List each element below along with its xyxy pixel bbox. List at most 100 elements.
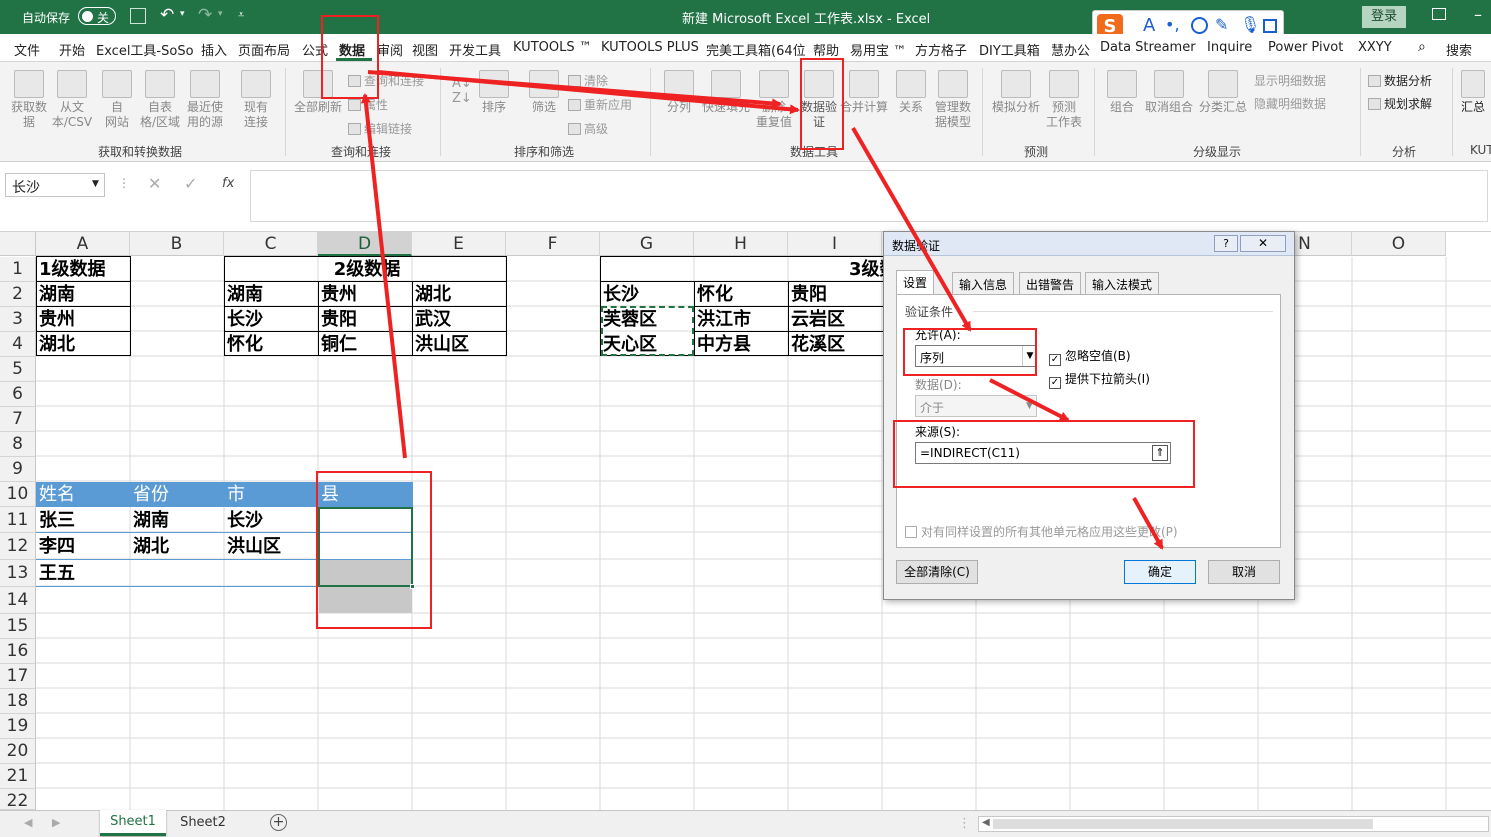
insert-function-icon[interactable]: fx [222,176,234,191]
apply-all-checkbox[interactable]: 对有同样设置的所有其他单元格应用这些更改(P) [905,523,1178,540]
column-header[interactable]: H [694,232,788,256]
tab-data-streamer[interactable]: Data Streamer [1100,40,1196,55]
cell-e2[interactable]: 湖北 [412,282,451,307]
recent-sources-button[interactable]: 最近使 用的源 [183,70,227,130]
tab-ime-mode[interactable]: 输入法模式 [1085,272,1160,294]
cell-a12[interactable]: 李四 [36,534,75,559]
undo-icon[interactable]: ↶ [160,5,174,25]
tab-huibangong[interactable]: 慧办公 [1051,40,1090,59]
help-button[interactable]: ? [1214,235,1238,252]
hscroll-left-icon[interactable]: ◀ [982,817,990,828]
tab-view[interactable]: 视图 [412,40,438,59]
cell-c2[interactable]: 湖南 [224,282,263,307]
flash-fill-button[interactable]: 快速填充 [700,70,752,115]
cell-i4[interactable]: 花溪区 [788,332,845,357]
row-header[interactable]: 11 [0,507,36,533]
tab-xxyy[interactable]: XXYY [1358,40,1392,55]
add-sheet-icon[interactable]: + [270,814,287,831]
cell-h3[interactable]: 洪江市 [694,307,751,332]
cancel-icon[interactable]: ✕ [148,174,161,193]
cell-b10[interactable]: 省份 [130,482,169,507]
what-if-button[interactable]: 模拟分析 [990,70,1042,115]
cell-c3[interactable]: 长沙 [224,307,263,332]
cell-c4[interactable]: 怀化 [224,332,263,357]
summary-button[interactable]: 汇总 [1458,70,1488,115]
subtotal-button[interactable]: 分类汇总 [1196,70,1250,115]
column-header[interactable]: E [412,232,506,256]
row-header[interactable]: 2 [0,282,36,307]
text-to-columns-button[interactable]: 分列 [660,70,698,115]
sheet-tab-sheet2[interactable]: Sheet2 [170,813,236,835]
tab-fangfang[interactable]: 方方格子 [915,40,967,59]
relationships-button[interactable]: 关系 [894,70,928,115]
search-label[interactable]: 搜索 [1446,40,1472,59]
cell-i3[interactable]: 云岩区 [788,307,845,332]
reapply-button[interactable]: 重新应用 [568,96,632,113]
cell-a3[interactable]: 贵州 [36,307,75,332]
row-header[interactable]: 15 [0,614,36,639]
cell-c1[interactable]: 2级数据 [224,257,507,282]
redo-dropdown-icon[interactable]: ▾ [218,9,223,19]
row-header[interactable]: 1 [0,257,36,282]
redo-icon[interactable]: ↷ [198,5,212,25]
row-header[interactable]: 3 [0,307,36,332]
cell-g4[interactable]: 天心区 [600,332,657,357]
ungroup-button[interactable]: 取消组合 [1142,70,1196,115]
cell-d4[interactable]: 铜仁 [318,332,357,357]
cell-a11[interactable]: 张三 [36,508,75,533]
cell-e4[interactable]: 洪山区 [412,332,469,357]
edit-links-button[interactable]: 编辑链接 [348,120,412,137]
tab-power-pivot[interactable]: Power Pivot [1268,40,1343,55]
tab-insert[interactable]: 插入 [201,40,227,59]
column-header[interactable]: G [600,232,694,256]
cell-h2[interactable]: 怀化 [694,282,733,307]
remove-duplicates-button[interactable]: 删除 重复值 [754,70,794,130]
from-csv-button[interactable]: 从文 本/CSV [50,70,94,130]
column-header[interactable]: A [36,232,130,256]
tab-diy-toolbox[interactable]: DIY工具箱 [979,40,1040,59]
cell-a10[interactable]: 姓名 [36,482,75,507]
clear-all-button[interactable]: 全部清除(C) [896,560,978,584]
hide-detail-button[interactable]: 隐藏明细数据 [1254,95,1326,112]
cell-b11[interactable]: 湖南 [130,508,169,533]
row-header[interactable]: 12 [0,533,36,560]
scroll-right-icon[interactable]: ▶ [52,816,60,829]
cell-g3[interactable]: 芙蓉区 [600,307,657,332]
row-header[interactable]: 5 [0,357,36,382]
row-header[interactable]: 21 [0,764,36,789]
tab-kutools-plus[interactable]: KUTOOLS PLUS [601,40,699,55]
cell-c10[interactable]: 市 [224,482,245,507]
data-analysis-button[interactable]: 数据分析 [1368,72,1432,89]
tab-review[interactable]: 审阅 [377,40,403,59]
tab-perfect-toolbox[interactable]: 完美工具箱(64位 [706,40,806,59]
row-header[interactable]: 7 [0,407,36,432]
forecast-sheet-button[interactable]: 预测 工作表 [1044,70,1084,130]
cell-e3[interactable]: 武汉 [412,307,451,332]
tab-split-icon[interactable]: ⋮ [958,816,971,831]
get-data-button[interactable]: 获取数 据 [8,70,50,130]
cell-b12[interactable]: 湖北 [130,534,169,559]
row-header[interactable]: 4 [0,332,36,357]
row-header[interactable]: 10 [0,482,36,507]
cell-a4[interactable]: 湖北 [36,332,75,357]
tab-home[interactable]: 开始 [59,40,85,59]
mic-icon[interactable]: 🎙 [1240,15,1260,34]
column-header[interactable]: B [130,232,224,256]
row-header[interactable]: 14 [0,587,36,614]
name-box[interactable]: 长沙 ▼ [5,173,105,197]
row-header[interactable]: 9 [0,457,36,482]
row-header[interactable]: 16 [0,639,36,664]
tab-input-message[interactable]: 输入信息 [952,272,1015,294]
solver-button[interactable]: 规划求解 [1368,95,1432,112]
formula-input[interactable] [250,170,1488,222]
row-header[interactable]: 22 [0,789,36,810]
grid-icon[interactable] [1263,19,1277,33]
font-icon[interactable]: A [1143,15,1155,36]
customize-qat-icon[interactable]: ⩡ [238,8,244,22]
sheet-tab-sheet1[interactable]: Sheet1 [100,810,166,836]
cancel-button[interactable]: 取消 [1208,560,1280,584]
cell-i2[interactable]: 贵阳 [788,282,827,307]
minimize-icon[interactable]: – [1474,5,1482,24]
cell-a13[interactable]: 王五 [36,561,75,586]
consolidate-button[interactable]: 合并计算 [840,70,888,115]
